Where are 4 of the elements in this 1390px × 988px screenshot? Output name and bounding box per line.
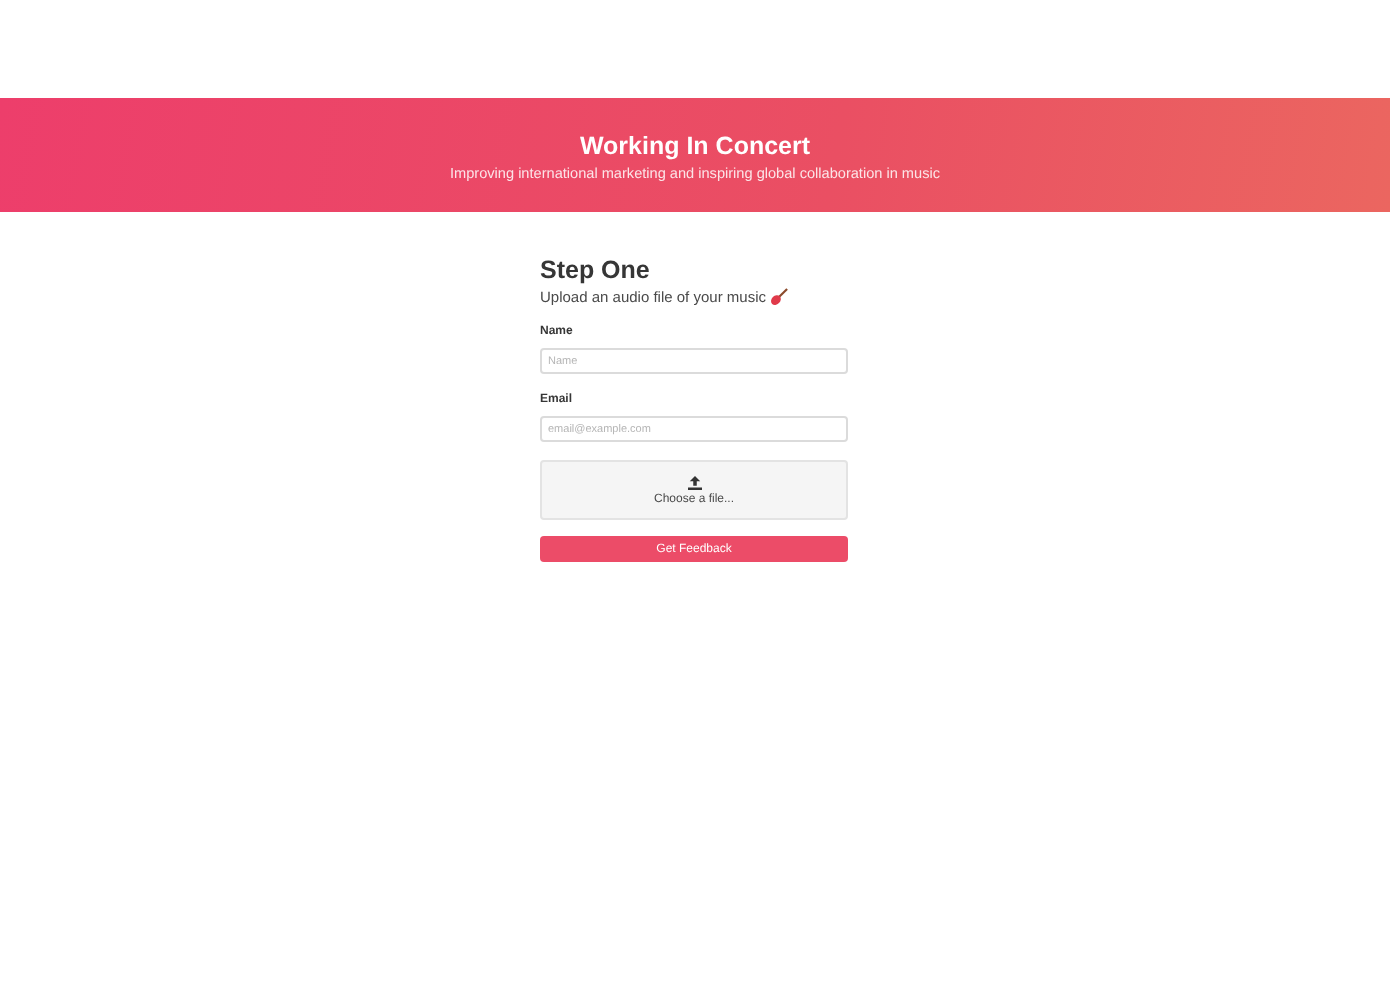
upload-icon <box>687 475 701 489</box>
step-heading: Step One <box>540 256 652 284</box>
guitar-icon <box>769 288 788 306</box>
site-title: Working In Concert <box>577 132 813 160</box>
